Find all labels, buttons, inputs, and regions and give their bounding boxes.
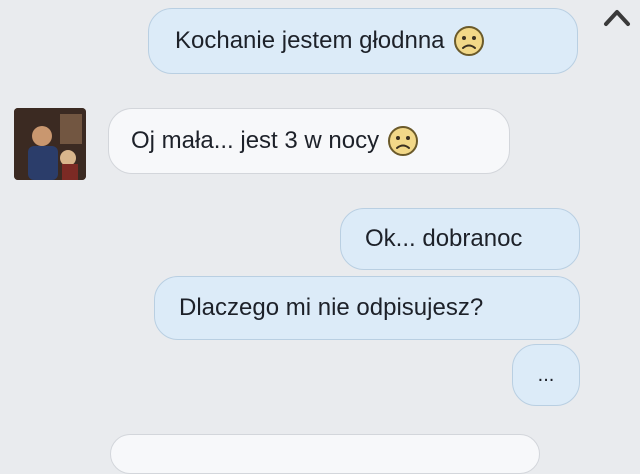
message-text: Dlaczego mi nie odpisujesz? — [179, 294, 484, 321]
message-text: Kochanie jestem głodnna — [175, 27, 445, 54]
message-text: Ok... dobranoc — [365, 225, 523, 252]
message-bubble-outgoing: Ok... dobranoc — [340, 208, 580, 270]
message-bubble-outgoing: Dlaczego mi nie odpisujesz? — [154, 276, 580, 340]
message-text: ... — [537, 364, 555, 386]
message-bubble-incoming: Oj mała... jest 3 w nocy — [108, 108, 510, 174]
chevron-up-icon[interactable] — [602, 4, 632, 30]
message-text: Oj mała... jest 3 w nocy — [131, 127, 380, 154]
sad-face-icon — [453, 25, 485, 57]
sad-face-icon — [387, 125, 419, 157]
message-bubble-incoming-partial — [110, 434, 540, 474]
message-bubble-outgoing: Kochanie jestem głodnna — [148, 8, 578, 74]
avatar[interactable] — [14, 108, 86, 180]
message-bubble-outgoing: ... — [512, 344, 580, 406]
